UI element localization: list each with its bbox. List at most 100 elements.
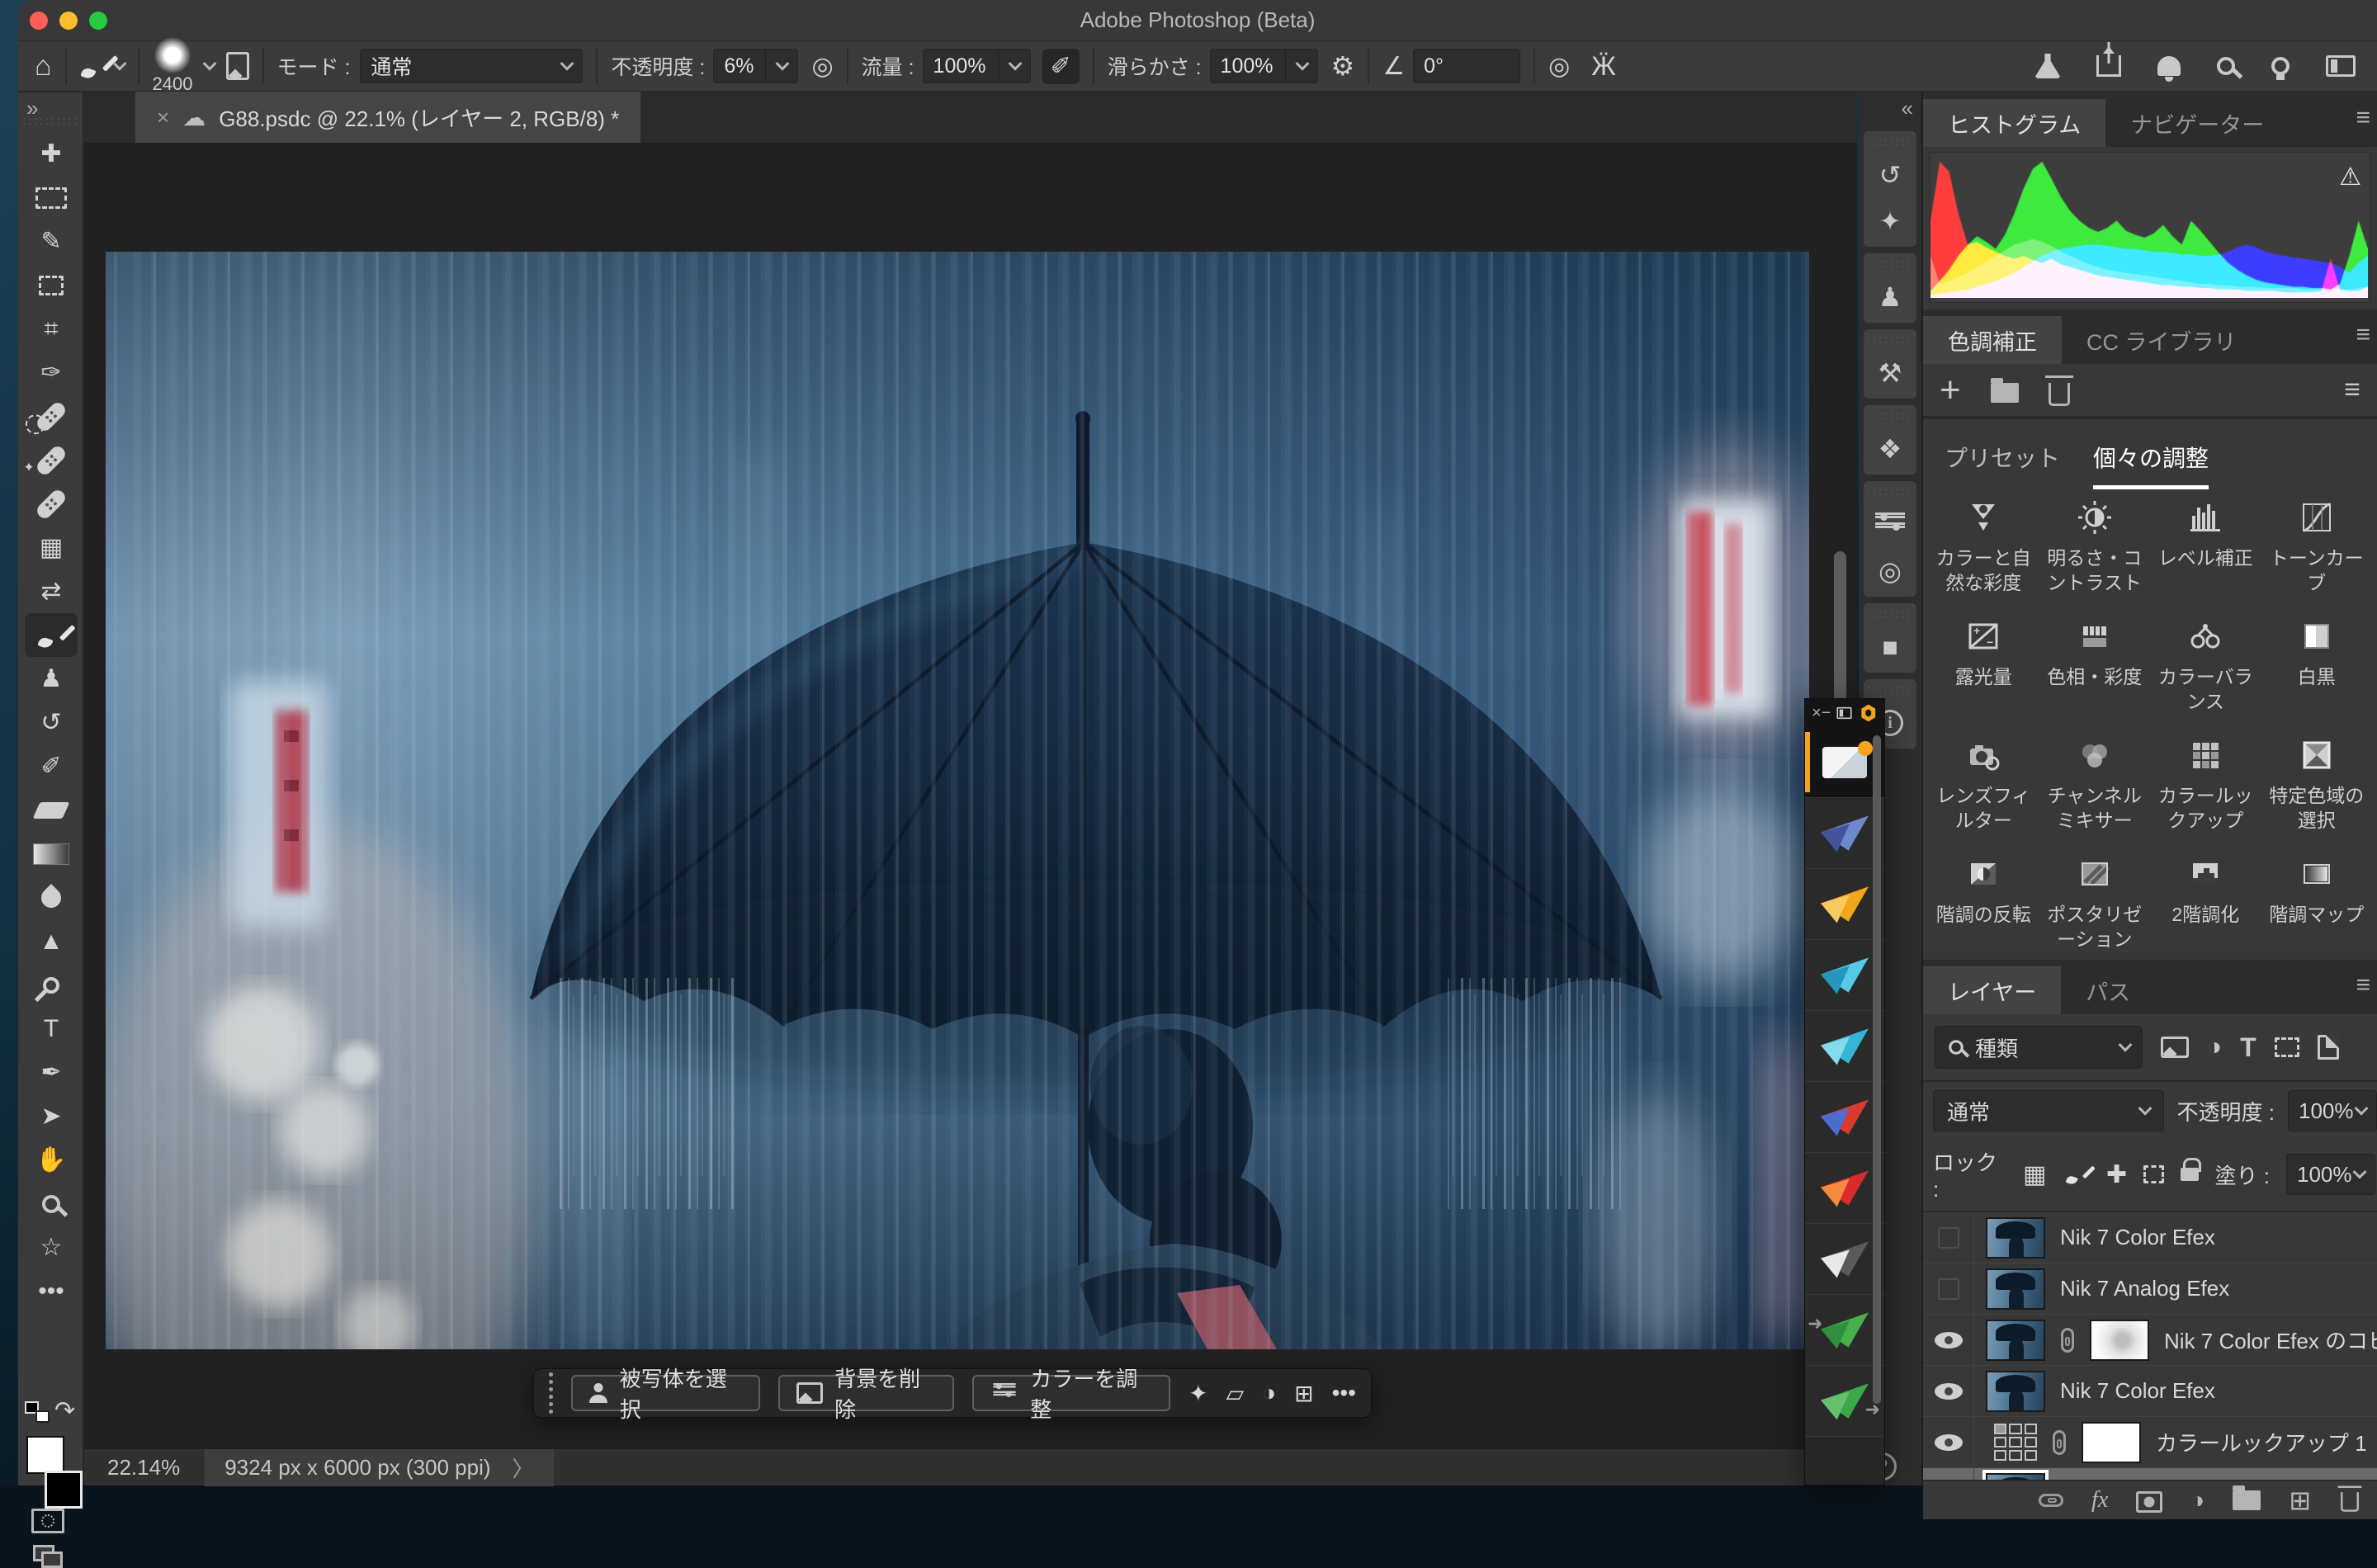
visibility-cell[interactable] (1923, 1366, 1974, 1416)
eyedropper-tool[interactable]: ✑ (25, 351, 78, 394)
adjustment-invert[interactable]: 階調の反転 (1928, 854, 2039, 952)
hidden-eye-box[interactable] (1938, 1278, 1959, 1300)
properties-sliders-icon[interactable] (1867, 506, 1913, 544)
panel-menu-icon[interactable]: ≡ (2356, 321, 2370, 349)
adjustment-curves[interactable]: トーンカーブ (2261, 498, 2373, 595)
adjustment-selective-color[interactable]: 特定色域の選択 (2261, 735, 2373, 833)
notifications-bell-icon[interactable] (2157, 56, 2181, 76)
smoothing-options-button[interactable]: ⚙ (1331, 50, 1355, 82)
eraser-tool[interactable] (25, 788, 78, 832)
visibility-cell[interactable] (1923, 1212, 1974, 1263)
delete-adjustment-button[interactable] (2049, 383, 2070, 406)
adjustment-channel-mixer[interactable]: チャンネルミキサー (2039, 735, 2151, 833)
dock-drag-handle[interactable]: :::::::: (1867, 682, 1912, 696)
airbrush-toggle[interactable]: ✐ (1042, 49, 1080, 84)
libraries-brick-icon[interactable]: ■ (1867, 628, 1913, 666)
workspace-icon[interactable] (2326, 55, 2356, 77)
type-tool[interactable]: T (25, 1007, 78, 1051)
dock-drag-handle[interactable]: :::::::: (1867, 135, 1912, 148)
opacity-input[interactable]: 6% (713, 49, 798, 83)
smoothing-input[interactable]: 100% (1210, 49, 1318, 83)
eye-icon[interactable] (1935, 1332, 1963, 1348)
nik-scrollbar[interactable] (1873, 735, 1881, 1404)
clone-stamp-tool[interactable]: ♟ (25, 657, 78, 701)
hidden-eye-box[interactable] (1938, 1227, 1959, 1249)
visibility-cell[interactable] (1923, 1417, 1974, 1467)
tool-presets-icon[interactable]: ⚒ (1867, 354, 1913, 392)
star-shape-tool[interactable]: ☆ (25, 1226, 78, 1269)
dock-drag-handle[interactable]: :::::::: (1867, 484, 1912, 498)
marquee-tool[interactable] (25, 176, 78, 220)
adjustment-photo-filter[interactable]: レンズフィルター (1928, 735, 2039, 833)
panel-menu-icon[interactable]: ≡ (2356, 104, 2370, 132)
adjustment-color-balance[interactable]: カラーバランス (2150, 616, 2261, 714)
clone-source-icon[interactable]: ♟ (1867, 278, 1913, 316)
spot-healing-tool[interactable] (25, 394, 78, 438)
dock-drag-handle[interactable]: :::::::: (1867, 257, 1912, 270)
foreground-color[interactable] (26, 1436, 64, 1474)
content-move-tool[interactable]: ⇄ (25, 569, 78, 613)
crop-tool[interactable]: ⌗ (25, 307, 78, 351)
add-image-icon[interactable]: ⊞ (1294, 1380, 1313, 1407)
path-select-tool[interactable]: ➤ (25, 1094, 78, 1138)
lock-artboard-icon[interactable] (2143, 1165, 2164, 1183)
history-icon[interactable]: ↺ (1867, 156, 1913, 194)
tab-navigator[interactable]: ナビゲーター (2105, 99, 2289, 147)
filter-smart-object-icon[interactable] (2318, 1035, 2339, 1060)
filter-adjustment-icon[interactable]: ◑ (2207, 1033, 2222, 1061)
search-icon[interactable] (2217, 57, 2235, 75)
nik-minimize-icon[interactable]: − (1822, 704, 1831, 723)
screen-mode-button[interactable] (33, 1545, 63, 1568)
lock-position-icon[interactable]: ✚ (2106, 1160, 2127, 1189)
filter-shape-icon[interactable] (2275, 1037, 2299, 1057)
layer-effects-icon[interactable]: fx (2091, 1487, 2108, 1514)
lock-all-icon[interactable] (2181, 1168, 2198, 1181)
tab-paths[interactable]: パス (2061, 966, 2155, 1014)
pen-tool[interactable]: ✒ (25, 1051, 78, 1094)
warning-icon[interactable]: ⚠ (2339, 163, 2361, 191)
adjust-mixer-icon[interactable]: ❖ (1867, 430, 1913, 468)
more-icon[interactable]: ••• (1332, 1380, 1356, 1406)
brush-settings-toggle[interactable] (226, 52, 249, 80)
hand-tool[interactable]: ✋ (25, 1138, 78, 1182)
zoom-level[interactable]: 22.14% (107, 1455, 180, 1481)
pressure-opacity-button[interactable]: ◎ (811, 52, 833, 81)
move-tool[interactable]: ✚ (25, 132, 78, 176)
more-tools[interactable]: ••• (25, 1269, 78, 1313)
layer-filter-select[interactable]: 種類 (1935, 1026, 2143, 1069)
healing-brush-tool[interactable] (25, 482, 78, 526)
adjustment-exposure[interactable]: +−露光量 (1928, 616, 2039, 714)
layer-row[interactable]: Nik 7 Color Efex (1923, 1366, 2377, 1417)
layer-blend-mode-select[interactable]: 通常 (1933, 1090, 2164, 1131)
discover-bulb-icon[interactable] (2271, 57, 2290, 75)
eye-icon[interactable] (1935, 1383, 1963, 1400)
layer-row[interactable]: Nik 7 Color Efex のコピー (1923, 1315, 2377, 1366)
nik-close-icon[interactable]: × (1812, 704, 1822, 723)
flow-input[interactable]: 100% (923, 49, 1031, 83)
dock-drag-handle[interactable]: :::::::: (1867, 607, 1912, 620)
adjustment-threshold[interactable]: 2階調化 (2150, 854, 2261, 952)
taskbar-drag-handle[interactable] (549, 1372, 553, 1414)
lock-transparency-icon[interactable]: ▦ (2023, 1160, 2046, 1189)
select-subject-button[interactable]: 被写体を選択 (571, 1375, 760, 1411)
generative-sparkle-icon[interactable]: ✦ (1188, 1380, 1207, 1407)
symmetry-button[interactable]: Ӝ (1591, 51, 1616, 82)
patch-tool[interactable]: ▦ (25, 526, 78, 569)
lock-paint-icon[interactable] (2066, 1163, 2087, 1185)
dock-drag-handle[interactable]: :::::::: (1867, 409, 1912, 422)
transform-icon[interactable]: ▱ (1226, 1380, 1245, 1407)
history-brush-tool[interactable]: ↺ (25, 701, 78, 744)
document-size-box[interactable]: 9324 px x 6000 px (300 ppi) 〉 (205, 1449, 553, 1486)
new-group-icon[interactable] (2233, 1490, 2261, 1510)
pressure-size-button[interactable]: ◎ (1548, 52, 1570, 81)
subtab-single-adjustments[interactable]: 個々の調整 (2093, 441, 2209, 489)
layer-row[interactable]: カラールックアップ 1 (1923, 1417, 2377, 1468)
visibility-cell[interactable] (1923, 1263, 1974, 1314)
layer-row[interactable]: Nik 7 Color Efex (1923, 1212, 2377, 1263)
dock-drag-handle[interactable]: :::::::: (1867, 333, 1912, 346)
channels-icon[interactable]: ◎ (1867, 552, 1913, 590)
tab-cc-libraries[interactable]: CC ライブラリ (2062, 316, 2261, 364)
document-tab[interactable]: × ☁ G88.psdc @ 22.1% (レイヤー 2, RGB/8) * (135, 92, 640, 143)
add-adjustment-button[interactable]: + (1940, 378, 1961, 403)
remove-tool[interactable] (25, 438, 78, 482)
